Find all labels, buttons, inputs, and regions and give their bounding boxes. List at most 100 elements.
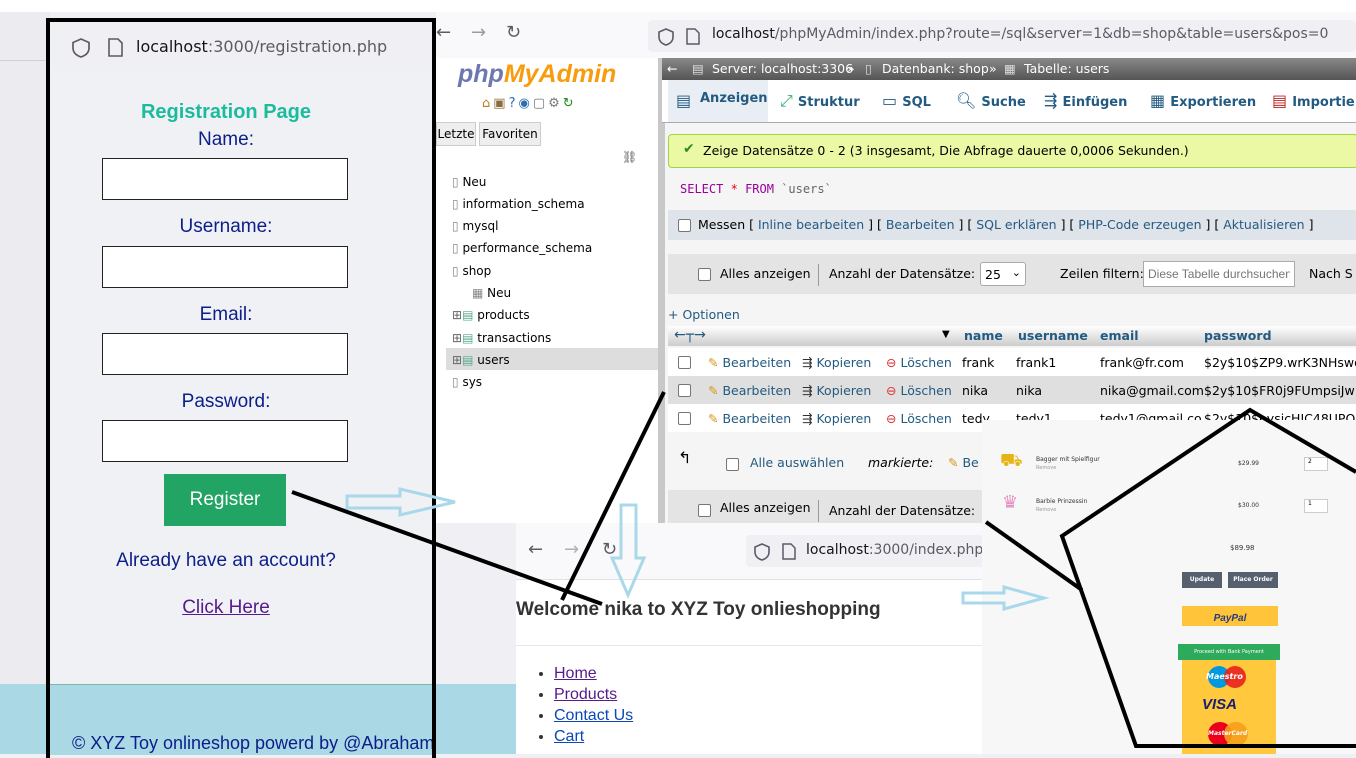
pma-nav-tab-favorites[interactable]: Favoriten xyxy=(479,122,541,146)
row-count-select[interactable]: 25 ⌄ xyxy=(980,262,1026,286)
paypal-button[interactable]: PayPal xyxy=(1182,606,1278,626)
reg-url-bar[interactable]: localhost:3000/registration.php xyxy=(60,28,430,66)
select-all-checkbox[interactable] xyxy=(726,458,739,471)
cell-email[interactable]: frank@fr.com xyxy=(1100,355,1184,370)
select-all-label[interactable]: Alle auswählen xyxy=(750,455,844,470)
tree-item-sys[interactable]: ▯ sys xyxy=(452,375,482,389)
expand-icon[interactable]: ⊞ xyxy=(452,308,462,322)
link-inline-edit[interactable]: Inline bearbeiten xyxy=(758,217,864,232)
name-field[interactable] xyxy=(102,158,348,200)
tree-item-products[interactable]: ⊞▤ products xyxy=(452,308,530,322)
nav-item-contact[interactable]: Contact Us xyxy=(554,705,633,726)
tree-item-performance-schema[interactable]: ▯ performance_schema xyxy=(452,241,592,255)
tree-item-shop-new[interactable]: ▦ Neu xyxy=(472,286,511,300)
tree-item-transactions[interactable]: ⊞▤ transactions xyxy=(452,331,551,345)
cell-email[interactable]: nika@gmail.com xyxy=(1100,383,1204,398)
edit-button[interactable]: ✎ Bearbeiten xyxy=(708,411,791,426)
link-edit[interactable]: Bearbeiten xyxy=(886,217,955,232)
pma-url-bar[interactable]: localhost/phpMyAdmin/index.php?route=/sq… xyxy=(648,20,1356,52)
edit-button[interactable]: ✎ Bearbeiten xyxy=(708,383,791,398)
row-checkbox[interactable] xyxy=(678,384,691,397)
copy-button[interactable]: ⇶ Kopieren xyxy=(802,355,871,370)
filter-input[interactable] xyxy=(1143,261,1295,287)
mastercard-logo[interactable]: MasterCard xyxy=(1204,722,1252,746)
copy-button[interactable]: ⇶ Kopieren xyxy=(802,411,871,426)
delete-button[interactable]: ⊖ Löschen xyxy=(886,355,952,370)
copy-button[interactable]: ⇶ Kopieren xyxy=(802,383,871,398)
place-order-button[interactable]: Place Order xyxy=(1228,572,1278,588)
row-checkbox[interactable] xyxy=(678,412,691,425)
forward-arrow-icon[interactable]: → xyxy=(564,539,579,560)
quantity-input[interactable]: 2 xyxy=(1304,457,1328,471)
visa-logo[interactable]: VISA xyxy=(1202,696,1237,713)
tab-import[interactable]: ▤ Importie xyxy=(1272,91,1355,110)
column-header-name[interactable]: name xyxy=(964,328,1003,343)
options-link[interactable]: + Optionen xyxy=(668,307,740,322)
maestro-logo[interactable]: Maestro xyxy=(1204,666,1252,688)
cell-username[interactable]: frank1 xyxy=(1016,355,1056,370)
home-icon[interactable]: ⌂ xyxy=(482,96,493,111)
pma-nav-tab-recent[interactable]: Letzte xyxy=(436,122,476,146)
breadcrumb-table[interactable]: Tabelle: users xyxy=(1024,58,1109,80)
column-header-username[interactable]: username xyxy=(1018,328,1088,343)
delete-button[interactable]: ⊖ Löschen xyxy=(886,383,952,398)
link-refresh[interactable]: Aktualisieren xyxy=(1223,217,1304,232)
tab-search[interactable]: 🔍︎ Suche xyxy=(956,91,1026,110)
tab-export[interactable]: ▦ Exportieren xyxy=(1150,91,1256,110)
tree-item-mysql[interactable]: ▯ mysql xyxy=(452,219,498,233)
back-arrow-icon[interactable]: ← xyxy=(436,22,451,43)
refresh-icon[interactable]: ↻ xyxy=(563,96,577,111)
expand-icon[interactable]: ⊞ xyxy=(452,353,462,367)
bank-payment-button[interactable]: Proceed with Bank Payment xyxy=(1178,644,1280,660)
reload-icon[interactable]: ↻ xyxy=(602,539,617,560)
sort-dropdown-icon[interactable]: ▼ xyxy=(942,329,950,340)
exit-icon[interactable]: ▣ xyxy=(493,96,508,111)
cell-name[interactable]: nika xyxy=(962,383,988,398)
tree-item-new[interactable]: ▯ Neu xyxy=(452,175,486,189)
update-button[interactable]: Update xyxy=(1182,572,1222,588)
bulk-edit-button[interactable]: ✎ Be xyxy=(948,455,979,470)
delete-button[interactable]: ⊖ Löschen xyxy=(886,411,952,426)
link-icon[interactable]: ⛓ xyxy=(622,150,637,164)
column-header-password[interactable]: password xyxy=(1204,328,1272,343)
tree-item-shop[interactable]: ▯ shop xyxy=(452,264,491,278)
column-arrows-icon[interactable]: ←┬→ xyxy=(674,327,706,343)
link-create-php[interactable]: PHP-Code erzeugen xyxy=(1078,217,1201,232)
email-field[interactable] xyxy=(102,333,348,375)
click-here-link[interactable]: Click Here xyxy=(36,597,416,619)
collapse-arrow-icon[interactable]: ← xyxy=(667,58,677,80)
tab-insert[interactable]: ⇶ Einfügen xyxy=(1044,91,1127,110)
quantity-input[interactable]: 1 xyxy=(1304,499,1328,513)
forward-arrow-icon[interactable]: → xyxy=(471,22,486,43)
row-checkbox[interactable] xyxy=(678,356,691,369)
expand-icon[interactable]: ⊞ xyxy=(452,331,462,345)
link-explain-sql[interactable]: SQL erklären xyxy=(976,217,1056,232)
cell-password[interactable]: $2y$10$FR0j9FUmpsiJw xyxy=(1204,383,1355,398)
breadcrumb-server[interactable]: Server: localhost:3306 xyxy=(712,58,853,80)
cell-password[interactable]: $2y$10$ZP9.wrK3NHswd xyxy=(1204,355,1356,370)
show-all-checkbox[interactable] xyxy=(698,268,711,281)
back-arrow-icon[interactable]: ← xyxy=(528,539,543,560)
nav-item-cart[interactable]: Cart xyxy=(554,726,633,747)
tree-item-information-schema[interactable]: ▯ information_schema xyxy=(452,197,585,211)
edit-button[interactable]: ✎ Bearbeiten xyxy=(708,355,791,370)
cell-name[interactable]: frank xyxy=(962,355,994,370)
reload-icon[interactable]: ↻ xyxy=(506,22,521,43)
help-icon[interactable]: ? xyxy=(509,96,519,111)
copy-icon[interactable]: ▢ xyxy=(533,96,548,111)
nav-item-products[interactable]: Products xyxy=(554,684,633,705)
register-button[interactable]: Register xyxy=(164,474,286,526)
profiling-checkbox[interactable] xyxy=(678,219,691,232)
breadcrumb-database[interactable]: Datenbank: shop xyxy=(882,58,989,80)
password-field[interactable] xyxy=(102,420,348,462)
cell-username[interactable]: nika xyxy=(1016,383,1042,398)
username-field[interactable] xyxy=(102,246,348,288)
shop-url-bar[interactable]: localhost:3000/index.php?pa xyxy=(746,535,986,567)
show-all-checkbox[interactable] xyxy=(698,504,711,517)
tree-item-users[interactable]: ⊞▤ users xyxy=(452,353,510,367)
column-header-email[interactable]: email xyxy=(1100,328,1139,343)
tab-sql[interactable]: ▭ SQL xyxy=(882,91,931,110)
gear-icon[interactable]: ⚙ xyxy=(548,96,563,111)
tab-structure[interactable]: ⤢ Struktur xyxy=(780,91,860,111)
docs-icon[interactable]: ◉ xyxy=(518,96,532,111)
